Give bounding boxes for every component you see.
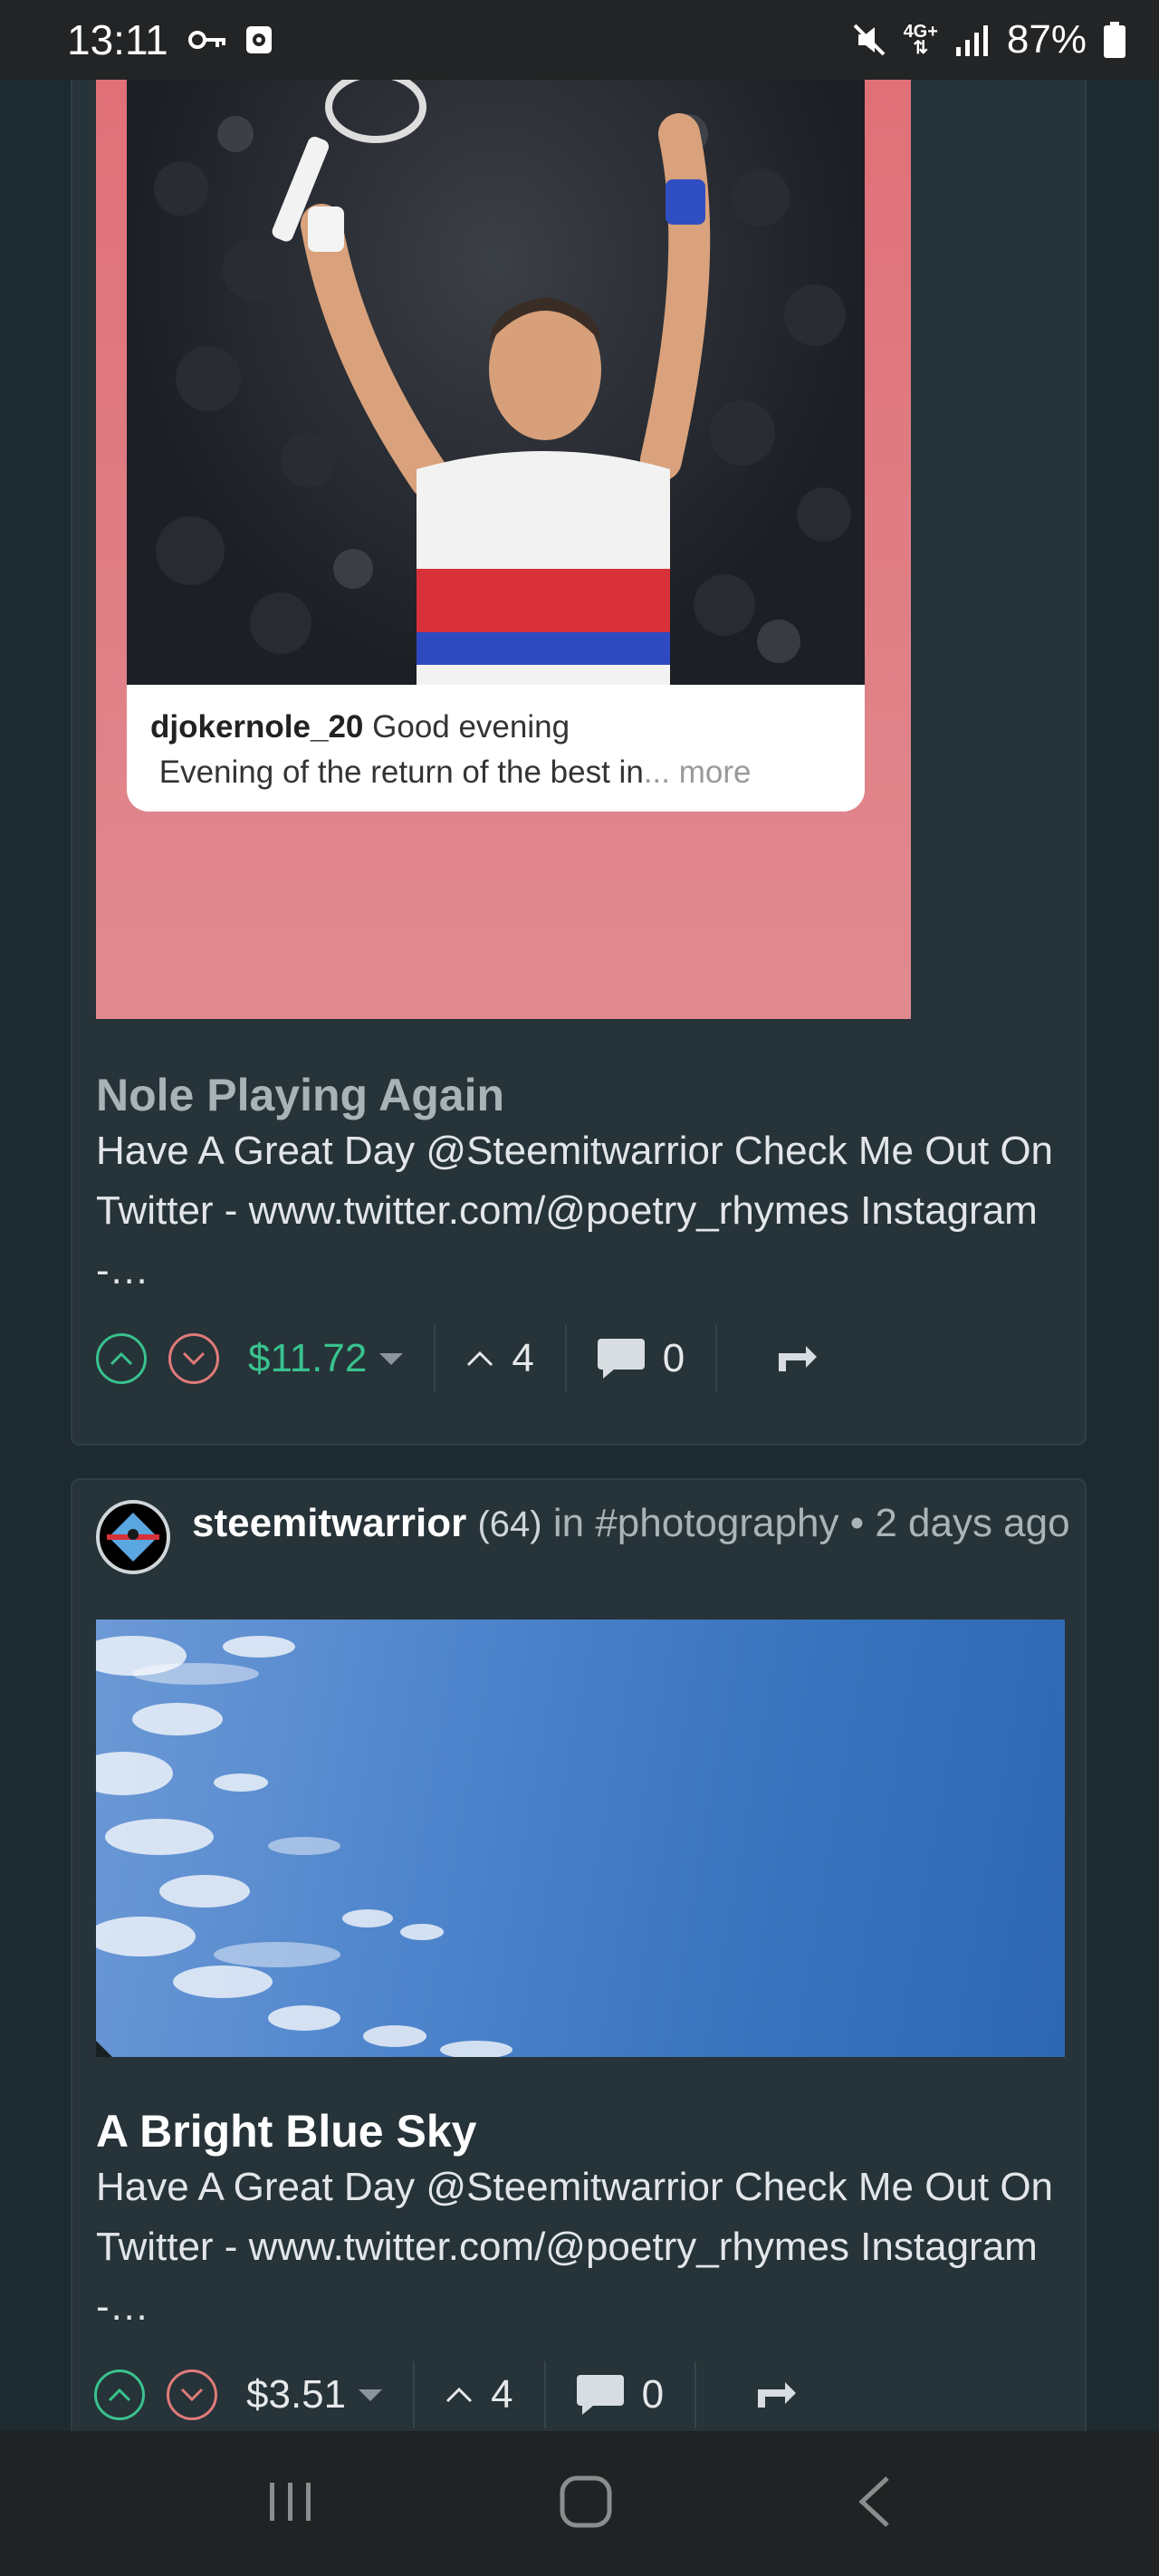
post-time: • 2 days ago	[849, 1501, 1070, 1545]
divider	[694, 2361, 697, 2428]
vote-count[interactable]: 4	[445, 2372, 513, 2417]
system-nav-bar	[0, 2431, 1159, 2576]
network-type: 4G+ ⇅	[903, 22, 938, 58]
post-title[interactable]: Nole Playing Again	[96, 1069, 504, 1121]
key-icon	[187, 31, 225, 49]
recent-apps-button[interactable]	[266, 2479, 315, 2529]
status-bar: 13:11 4G+ ⇅ 87%	[0, 0, 1159, 80]
signal-icon	[955, 25, 988, 56]
comment-count[interactable]: 0	[597, 1336, 685, 1381]
in-label: in	[552, 1501, 585, 1545]
upvote-button[interactable]	[94, 2369, 145, 2420]
vote-count[interactable]: 4	[466, 1336, 534, 1381]
caption-line1: Good evening	[372, 709, 570, 745]
caption-line2: Evening of the return of the best in	[158, 755, 644, 790]
sky-photo	[96, 1636, 512, 2057]
screen-record-icon	[245, 26, 272, 53]
community-link[interactable]: #photography	[595, 1501, 838, 1545]
caret-down-icon	[379, 1353, 404, 1365]
post-actions: $3.51 4 0	[94, 2359, 798, 2431]
chevron-up-circle-icon	[108, 2388, 131, 2402]
speech-bubble-icon	[576, 2375, 624, 2415]
post-excerpt[interactable]: Have A Great Day @Steemitwarrior Check M…	[96, 2158, 1074, 2337]
speech-bubble-icon	[597, 1339, 645, 1379]
payout-value: $3.51	[246, 2372, 347, 2417]
reblog-icon	[779, 1345, 818, 1371]
post-meta: steemitwarrior (64) in #photography • 2 …	[192, 1500, 1070, 1548]
caption-username: djokernole_20	[150, 709, 364, 745]
caption-more: ... more	[643, 755, 752, 790]
chevron-up-icon	[446, 2387, 473, 2403]
avatar[interactable]	[96, 1500, 170, 1574]
downvote-button[interactable]	[167, 2369, 217, 2420]
divider	[413, 2361, 416, 2428]
payout-dropdown[interactable]: $3.51	[246, 2372, 383, 2417]
author-reputation: (64)	[477, 1504, 542, 1544]
post-actions: $11.72 4 0	[96, 1322, 819, 1395]
payout-dropdown[interactable]: $11.72	[248, 1336, 404, 1381]
post-header: steemitwarrior (64) in #photography • 2 …	[96, 1500, 1074, 1574]
payout-value: $11.72	[248, 1336, 368, 1380]
post-card: djokernole_20 Good evening Evening of th…	[71, 54, 1087, 1446]
post-excerpt[interactable]: Have A Great Day @Steemitwarrior Check M…	[96, 1121, 1074, 1301]
author-link[interactable]: steemitwarrior	[192, 1501, 466, 1545]
chevron-up-icon	[467, 1350, 493, 1367]
divider	[543, 2361, 546, 2428]
post-thumbnail[interactable]: djokernole_20 Good evening Evening of th…	[96, 80, 911, 1019]
reblog-button[interactable]	[775, 1341, 819, 1378]
divider	[434, 1325, 436, 1392]
post-thumbnail[interactable]	[96, 1620, 1065, 2057]
tennis-player-photo	[127, 80, 865, 685]
divider	[715, 1325, 718, 1392]
status-time: 13:11	[67, 16, 168, 63]
upvote-button[interactable]	[96, 1333, 147, 1384]
downvote-button[interactable]	[168, 1333, 219, 1384]
chevron-up-circle-icon	[110, 1351, 133, 1366]
back-button[interactable]	[857, 2475, 893, 2533]
chevron-down-circle-icon	[180, 2388, 204, 2402]
reblog-button[interactable]	[754, 2377, 798, 2414]
battery-percent: 87%	[1006, 17, 1087, 62]
caret-down-icon	[359, 2389, 383, 2401]
chevron-down-circle-icon	[182, 1351, 206, 1366]
instagram-caption: djokernole_20 Good evening Evening of th…	[127, 685, 865, 812]
back-icon	[857, 2475, 889, 2527]
post-title[interactable]: A Bright Blue Sky	[96, 2105, 476, 2158]
home-icon	[560, 2475, 612, 2527]
mute-icon	[853, 24, 885, 56]
battery-icon	[1104, 22, 1125, 58]
reblog-icon	[758, 2381, 797, 2408]
home-button[interactable]	[559, 2475, 613, 2533]
recent-apps-icon	[270, 2482, 311, 2521]
divider	[564, 1325, 567, 1392]
comment-count[interactable]: 0	[576, 2372, 664, 2417]
